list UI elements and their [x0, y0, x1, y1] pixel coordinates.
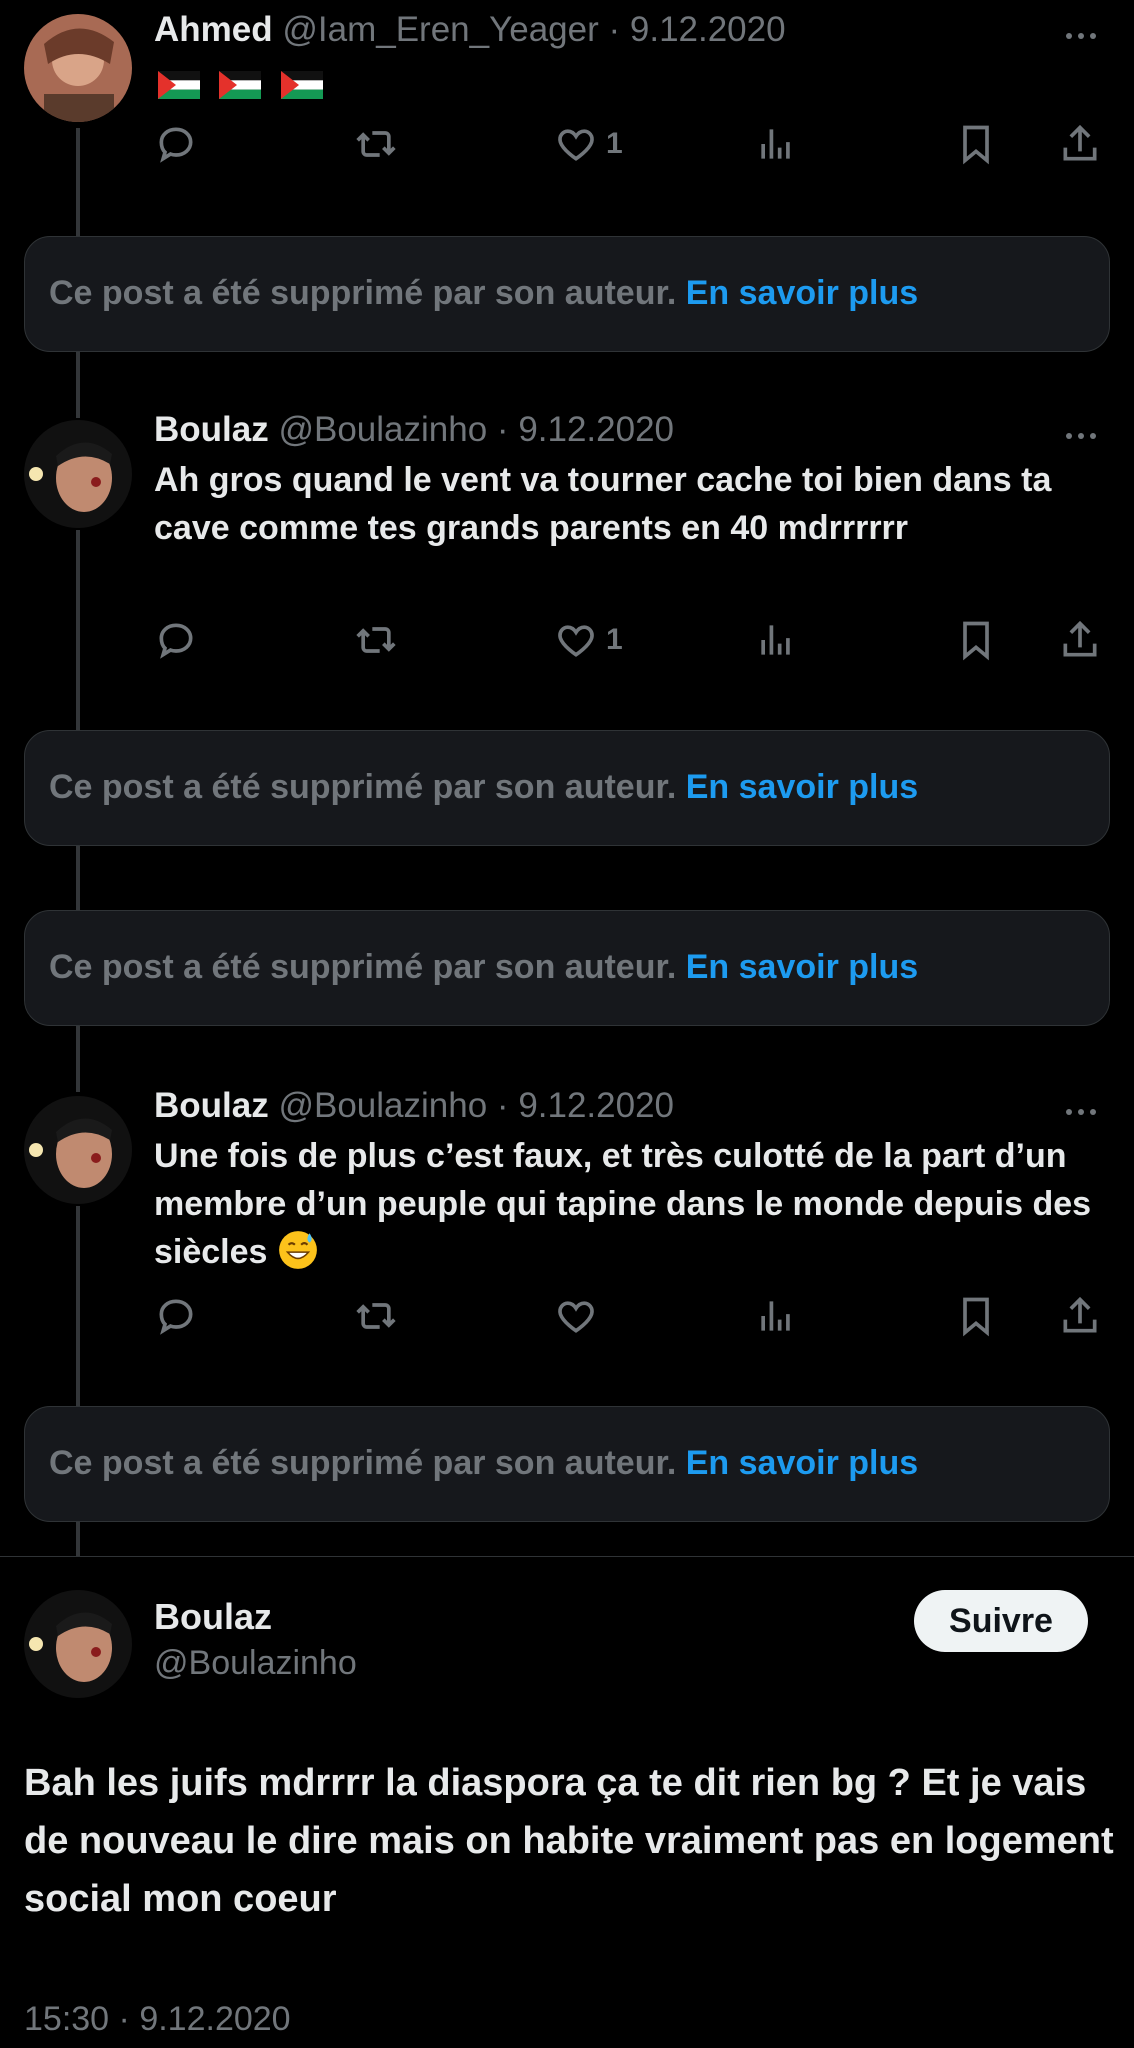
thread-line — [76, 846, 80, 912]
tweet-date[interactable]: 9.12.2020 — [630, 10, 786, 49]
learn-more-link[interactable]: En savoir plus — [686, 1444, 918, 1482]
like-icon — [558, 1301, 594, 1333]
more-icon[interactable] — [1066, 1102, 1106, 1115]
deleted-post-notice: Ce post a été supprimé par son auteur. E… — [24, 730, 1110, 846]
deleted-text: Ce post a été supprimé par son auteur. — [49, 274, 677, 312]
bookmark-icon — [963, 1297, 989, 1337]
tweet-ahmed[interactable]: Ahmed @Iam_Eren_Yeager · 9.12.2020 1 — [0, 0, 1134, 180]
more-icon[interactable] — [1066, 26, 1106, 39]
more-icon[interactable] — [1066, 426, 1106, 439]
thread-line — [76, 1522, 80, 1556]
display-name[interactable]: Boulaz — [154, 1596, 272, 1638]
retweet-button[interactable] — [354, 1292, 398, 1340]
timestamp[interactable]: 15:30 · 9.12.2020 — [24, 2000, 291, 2039]
tweet-date[interactable]: 9.12.2020 — [518, 410, 674, 449]
learn-more-link[interactable]: En savoir plus — [686, 274, 918, 312]
tweet-date[interactable]: 9.12.2020 — [518, 1086, 674, 1125]
deleted-text: Ce post a été supprimé par son auteur. — [49, 948, 677, 986]
handle[interactable]: @Boulazinho — [278, 410, 487, 449]
like-button[interactable] — [554, 1292, 598, 1340]
views-button[interactable] — [754, 120, 798, 168]
palestine-flag-icon — [158, 71, 200, 100]
views-icon — [761, 129, 790, 159]
display-name[interactable]: Boulaz — [154, 1086, 269, 1125]
grinning-sweat-emoji-icon — [279, 1231, 317, 1269]
like-icon — [558, 129, 594, 161]
follow-button[interactable]: Suivre — [914, 1590, 1088, 1652]
share-icon — [1063, 124, 1097, 161]
learn-more-link[interactable]: En savoir plus — [686, 948, 918, 986]
deleted-text: Ce post a été supprimé par son auteur. — [49, 1444, 677, 1482]
tweet-boulaz-2[interactable]: Boulaz @Boulazinho · 9.12.2020 Une fois … — [0, 1086, 1134, 1406]
thread-line — [76, 1026, 80, 1092]
tweet-header: Boulaz @Boulazinho · 9.12.2020 — [154, 1086, 674, 1126]
main-tweet: Boulaz @Boulazinho Suivre Bah les juifs … — [0, 1556, 1134, 2048]
retweet-icon — [356, 131, 396, 157]
reply-icon — [159, 127, 193, 163]
separator: · — [118, 2000, 130, 2038]
retweet-button[interactable] — [354, 616, 398, 664]
like-button[interactable]: 1 — [554, 120, 623, 168]
retweet-icon — [356, 627, 396, 653]
reply-button[interactable] — [154, 616, 198, 664]
share-button[interactable] — [1058, 120, 1102, 168]
bookmark-button[interactable] — [954, 120, 998, 168]
share-icon — [1063, 620, 1097, 657]
reply-icon — [159, 1299, 193, 1335]
bookmark-button[interactable] — [954, 1292, 998, 1340]
deleted-post-notice: Ce post a été supprimé par son auteur. E… — [24, 910, 1110, 1026]
separator: · — [496, 1086, 509, 1125]
display-name[interactable]: Boulaz — [154, 410, 269, 449]
bookmark-icon — [963, 621, 989, 661]
views-button[interactable] — [754, 1292, 798, 1340]
separator: · — [496, 410, 509, 449]
avatar[interactable] — [24, 14, 132, 122]
handle[interactable]: @Boulazinho — [278, 1086, 487, 1125]
palestine-flag-icon — [280, 71, 323, 100]
reply-icon — [159, 623, 193, 659]
time: 15:30 — [24, 2000, 110, 2038]
tweet-header: Ahmed @Iam_Eren_Yeager · 9.12.2020 — [154, 10, 786, 50]
tweet-actions: 1 — [154, 120, 1110, 168]
share-icon — [1063, 1296, 1097, 1333]
separator: · — [608, 10, 621, 49]
reply-button[interactable] — [154, 120, 198, 168]
bookmark-icon — [963, 125, 989, 165]
views-icon — [761, 1301, 790, 1331]
like-count: 1 — [606, 623, 623, 656]
tweet-text-container: Une fois de plus c’est faux, et très cul… — [154, 1132, 1094, 1276]
retweet-button[interactable] — [354, 120, 398, 168]
handle[interactable]: @Boulazinho — [154, 1644, 357, 1683]
main-tweet-text: Bah les juifs mdrrrr la diaspora ça te d… — [24, 1762, 1114, 1920]
tweet-actions — [154, 1292, 1110, 1340]
date: 9.12.2020 — [139, 2000, 291, 2038]
palestine-flag-icon — [219, 71, 262, 100]
handle[interactable]: @Iam_Eren_Yeager — [282, 10, 598, 49]
tweet-boulaz-1[interactable]: Boulaz @Boulazinho · 9.12.2020 Ah gros q… — [0, 410, 1134, 730]
share-button[interactable] — [1058, 1292, 1102, 1340]
deleted-post-notice: Ce post a été supprimé par son auteur. E… — [24, 1406, 1110, 1522]
deleted-text: Ce post a été supprimé par son auteur. — [49, 768, 677, 806]
reply-button[interactable] — [154, 1292, 198, 1340]
like-icon — [558, 625, 594, 657]
learn-more-link[interactable]: En savoir plus — [686, 768, 918, 806]
bookmark-button[interactable] — [954, 616, 998, 664]
tweet-actions: 1 — [154, 616, 1110, 664]
share-button[interactable] — [1058, 616, 1102, 664]
tweet-text: Ah gros quand le vent va tourner cache t… — [154, 461, 1052, 547]
like-count: 1 — [606, 127, 623, 160]
views-icon — [761, 625, 790, 655]
avatar[interactable] — [24, 1590, 132, 1698]
flags-row — [158, 64, 333, 103]
retweet-icon — [356, 1303, 396, 1329]
avatar[interactable] — [24, 420, 132, 528]
like-button[interactable]: 1 — [554, 616, 623, 664]
views-button[interactable] — [754, 616, 798, 664]
thread-line — [76, 352, 80, 418]
display-name[interactable]: Ahmed — [154, 10, 273, 49]
avatar[interactable] — [24, 1096, 132, 1204]
tweet-header: Boulaz @Boulazinho · 9.12.2020 — [154, 410, 674, 450]
deleted-post-notice: Ce post a été supprimé par son auteur. E… — [24, 236, 1110, 352]
